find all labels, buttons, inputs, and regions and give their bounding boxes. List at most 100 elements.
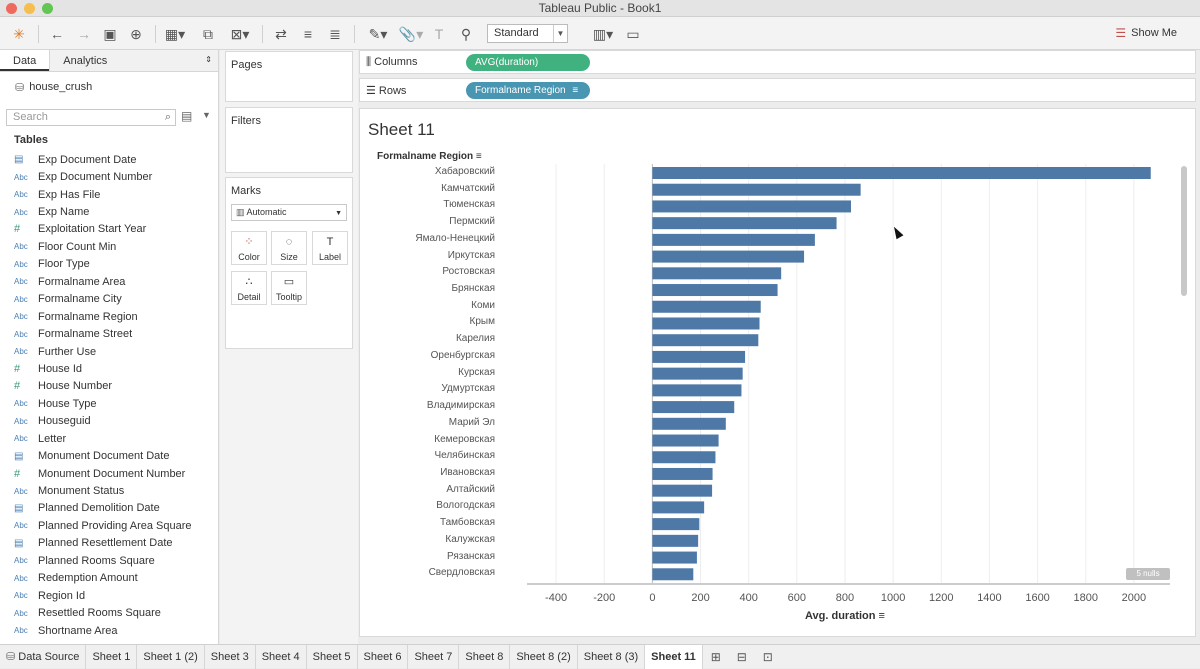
field-item[interactable]: Abc House Type: [14, 395, 218, 412]
bar[interactable]: [652, 350, 746, 363]
sheet-tab[interactable]: Sheet 5: [307, 644, 358, 669]
sheet-tab[interactable]: Sheet 4: [256, 644, 307, 669]
field-item[interactable]: Abc Resettled Rooms Square: [14, 604, 218, 621]
field-item[interactable]: Abc Exp Has File: [14, 186, 218, 203]
field-item[interactable]: Abc Exp Document Number: [14, 168, 218, 185]
sort-descending-icon[interactable]: ≣: [326, 24, 344, 44]
field-item[interactable]: Abc Monument Status: [14, 482, 218, 499]
bar[interactable]: [652, 401, 735, 414]
zoom-window-button[interactable]: [42, 3, 53, 14]
rows-shelf[interactable]: ☰ Rows Formalname Region ≡: [359, 78, 1196, 102]
bar[interactable]: [652, 200, 851, 213]
search-input[interactable]: Search ⌕: [6, 109, 176, 126]
field-item[interactable]: Abc Shortname Area: [14, 622, 218, 639]
field-item[interactable]: ▤ Planned Resettlement Date: [14, 535, 218, 552]
bar[interactable]: [652, 484, 713, 497]
pages-card[interactable]: Pages: [225, 51, 353, 102]
bar[interactable]: [652, 284, 778, 297]
tableau-logo-icon[interactable]: ✳: [10, 24, 28, 44]
tab-analytics[interactable]: Analytics ⇕: [49, 50, 218, 71]
field-item[interactable]: ▤ Monument Document Date: [14, 447, 218, 464]
new-worksheet-icon[interactable]: ⊞: [703, 650, 729, 664]
view-toggle-icon[interactable]: ▤: [181, 109, 192, 123]
new-datasource-icon[interactable]: ⊕: [127, 24, 145, 44]
bar[interactable]: [652, 417, 726, 430]
x-axis-title[interactable]: Avg. duration ≡: [805, 610, 885, 622]
bar[interactable]: [652, 451, 716, 464]
pin-axes-icon[interactable]: ⚲: [457, 24, 475, 44]
tooltip-button[interactable]: ▭ Tooltip: [271, 271, 307, 305]
close-window-button[interactable]: [6, 3, 17, 14]
fit-select[interactable]: Standard ▼: [487, 24, 568, 43]
tab-data[interactable]: Data: [0, 50, 50, 71]
field-item[interactable]: # House Number: [14, 378, 218, 395]
sheet-tab[interactable]: Sheet 8 (3): [578, 644, 646, 669]
field-item[interactable]: ▤ Planned Demolition Date: [14, 500, 218, 517]
field-item[interactable]: Abc Formalname City: [14, 291, 218, 308]
data-source-tab[interactable]: ⛁ Data Source: [0, 644, 87, 669]
sort-icon[interactable]: ≡: [879, 610, 885, 622]
bar[interactable]: [652, 267, 782, 280]
bar[interactable]: [652, 167, 1151, 179]
datasource-item[interactable]: ⛁ house_crush: [0, 72, 218, 96]
redo-icon[interactable]: →: [75, 24, 93, 44]
field-item[interactable]: Abc Floor Type: [14, 256, 218, 273]
bar[interactable]: [652, 434, 719, 447]
new-story-icon[interactable]: ⊡: [755, 650, 781, 664]
filters-card[interactable]: Filters: [225, 107, 353, 173]
highlight-icon[interactable]: ✎▾: [366, 24, 390, 44]
nulls-badge[interactable]: 5 nulls: [1126, 568, 1170, 580]
field-item[interactable]: Abc Letter: [14, 430, 218, 447]
sheet-tab[interactable]: Sheet 8 (2): [510, 644, 578, 669]
bar[interactable]: [652, 317, 760, 330]
duplicate-sheet-icon[interactable]: ⧉: [199, 24, 217, 44]
bar[interactable]: [652, 467, 713, 480]
field-item[interactable]: # Exploitation Start Year: [14, 221, 218, 238]
chevron-down-icon[interactable]: ▼: [202, 110, 211, 120]
show-cards-icon[interactable]: ▥▾: [590, 24, 616, 44]
bar[interactable]: [652, 183, 861, 196]
mark-type-select[interactable]: ▥ Automatic ▼: [231, 204, 347, 221]
minimize-window-button[interactable]: [24, 3, 35, 14]
sheet-tab[interactable]: Sheet 7: [408, 644, 460, 669]
sheet-tab[interactable]: Sheet 8: [459, 644, 511, 669]
bar[interactable]: [652, 334, 759, 347]
bar[interactable]: [652, 534, 699, 547]
bar[interactable]: [652, 518, 700, 531]
rows-pill[interactable]: Formalname Region ≡: [466, 82, 590, 99]
label-button[interactable]: T Label: [312, 231, 348, 265]
color-button[interactable]: ⁘ Color: [231, 231, 267, 265]
field-item[interactable]: Abc Floor Count Min: [14, 238, 218, 255]
sheet-tab[interactable]: Sheet 3: [205, 644, 256, 669]
columns-shelf[interactable]: ⫼ Columns AVG(duration): [359, 50, 1196, 74]
field-item[interactable]: Abc Formalname Area: [14, 273, 218, 290]
bar[interactable]: [652, 300, 761, 313]
show-mark-labels-icon[interactable]: T: [430, 24, 448, 44]
detail-button[interactable]: ∴ Detail: [231, 271, 267, 305]
show-me-button[interactable]: ☰ Show Me: [1115, 26, 1177, 40]
bar[interactable]: [652, 233, 815, 246]
columns-pill[interactable]: AVG(duration): [466, 54, 590, 71]
sort-ascending-icon[interactable]: ≡: [299, 24, 317, 44]
field-item[interactable]: Abc Formalname Region: [14, 308, 218, 325]
field-item[interactable]: # House Id: [14, 360, 218, 377]
field-item[interactable]: Abc Exp Name: [14, 203, 218, 220]
size-button[interactable]: ◌ Size: [271, 231, 307, 265]
bar[interactable]: [652, 384, 742, 397]
field-item[interactable]: # Monument Document Number: [14, 465, 218, 482]
bar[interactable]: [652, 501, 705, 514]
vertical-scrollbar[interactable]: [1181, 166, 1187, 296]
clear-sheet-icon[interactable]: ⊠▾: [226, 24, 254, 44]
sheet-tab[interactable]: Sheet 6: [358, 644, 409, 669]
field-item[interactable]: Abc Formalname Street: [14, 325, 218, 342]
sheet-tab[interactable]: Sheet 1: [86, 644, 138, 669]
bar[interactable]: [652, 250, 805, 263]
sheet-tab[interactable]: Sheet 1 (2): [137, 644, 205, 669]
sheet-tab[interactable]: Sheet 11: [645, 644, 703, 669]
bar[interactable]: [652, 568, 694, 581]
presentation-mode-icon[interactable]: ▭: [624, 24, 642, 44]
field-item[interactable]: Abc Houseguid: [14, 413, 218, 430]
field-item[interactable]: ▤ Exp Document Date: [14, 151, 218, 168]
field-item[interactable]: Abc Planned Providing Area Square: [14, 517, 218, 534]
bar[interactable]: [652, 367, 743, 380]
